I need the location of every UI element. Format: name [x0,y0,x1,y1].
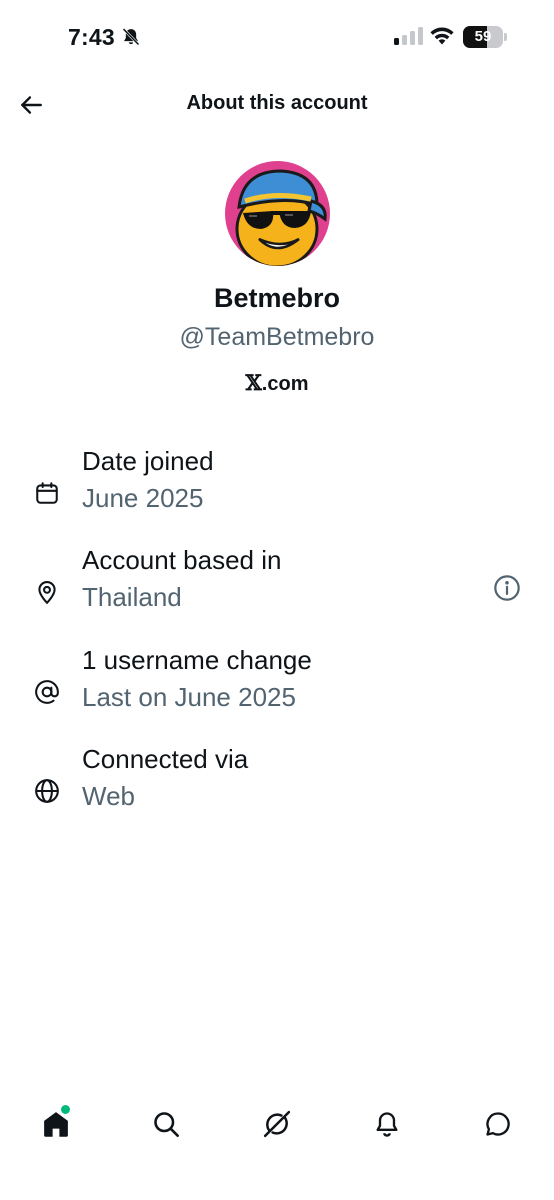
cellular-signal-icon [394,27,423,45]
signal-bar [410,31,415,45]
account-based-in-row: Account based in Thailand [0,545,554,625]
connected-via-row: Connected via Web [0,744,554,824]
avatar-image [225,161,330,266]
battery-icon: 59 [463,26,507,48]
search-icon [154,1112,179,1137]
calendar-icon [31,477,63,509]
battery-percent: 59 [474,28,492,45]
status-time: 7:43 [68,24,115,50]
status-bar: 7:43 59 [0,0,554,72]
account-based-in-value: Thailand [82,582,182,612]
username-handle: @TeamBetmebro [179,323,375,351]
battery-cap [504,33,507,41]
username-change-row: 1 username change Last on June 2025 [0,645,554,725]
x-logo-icon: 𝕏 [245,370,262,395]
nav-notifications[interactable] [367,1104,407,1144]
at-sign-icon [31,676,63,708]
nav-search[interactable] [146,1104,186,1144]
top-bar: About this account [0,80,554,130]
page-title: About this account [186,92,368,114]
notifications-icon [376,1112,398,1137]
info-button[interactable] [492,573,522,603]
location-pin-icon [31,576,63,608]
globe-icon [31,775,63,807]
avatar[interactable] [225,161,330,266]
username-change-value: Last on June 2025 [82,682,296,712]
bell-slash-icon [121,27,141,52]
account-based-in-label: Account based in [82,545,282,575]
home-notification-dot [61,1105,70,1114]
messages-icon [486,1112,510,1136]
site-label: .com [261,373,309,395]
info-icon [494,575,520,601]
signal-bar [394,38,399,45]
username-change-label: 1 username change [82,645,312,675]
bottom-nav [0,1090,554,1160]
date-joined-label: Date joined [82,446,214,476]
display-name: Betmebro [213,283,341,313]
grok-icon [263,1110,291,1138]
nav-messages[interactable] [478,1104,518,1144]
date-joined-row: Date joined June 2025 [0,446,554,526]
date-joined-value: June 2025 [82,483,204,513]
signal-bar [402,35,407,45]
connected-via-label: Connected via [82,744,249,774]
nav-home[interactable] [36,1104,76,1144]
connected-via-value: Web [82,781,135,811]
signal-bar [418,27,423,45]
wifi-icon [429,26,455,51]
site-link[interactable]: 𝕏.com [0,370,554,396]
nav-grok[interactable] [257,1104,297,1144]
